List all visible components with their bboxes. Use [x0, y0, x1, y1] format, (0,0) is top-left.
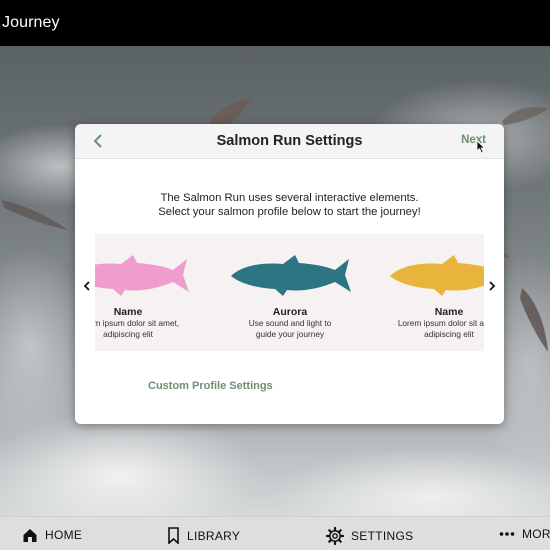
profile-name: Name: [113, 306, 143, 318]
intro-line-1: The Salmon Run uses several interactive …: [160, 192, 419, 204]
carousel-next-button[interactable]: [486, 279, 498, 293]
app-header: Journey: [0, 0, 550, 46]
intro-line-2: Select your salmon profile below to star…: [158, 206, 421, 218]
nav-label: HOME: [45, 528, 83, 542]
nav-library[interactable]: LIBRARY: [167, 527, 240, 544]
salmon-icon: [390, 255, 484, 296]
bottom-navigation: HOME LIBRARY SETTINGS MORE: [0, 516, 550, 550]
bookmark-icon: [168, 527, 179, 544]
profile-card[interactable]: Name Lorem ipsum dolor sit amet, adipisc…: [95, 234, 193, 351]
background-salmon-icon: [520, 288, 548, 352]
profile-name: Name: [434, 306, 464, 318]
salmon-icon: [95, 255, 189, 296]
nav-settings[interactable]: SETTINGS: [326, 527, 413, 545]
app-title: Journey: [2, 14, 60, 31]
settings-dialog: Salmon Run Settings Next The Salmon Run …: [75, 124, 504, 424]
intro-text: The Salmon Run uses several interactive …: [75, 191, 504, 219]
salmon-icon: [231, 255, 351, 296]
dialog-header: Salmon Run Settings Next: [75, 124, 504, 159]
nav-label: SETTINGS: [351, 529, 414, 543]
profile-description: Lorem ipsum dolor sit amet, adipiscing e…: [397, 318, 484, 339]
custom-profile-settings-link[interactable]: Custom Profile Settings: [148, 380, 273, 392]
nav-more[interactable]: MORE: [499, 527, 550, 541]
background-salmon-icon: [502, 107, 548, 125]
nav-home[interactable]: HOME: [22, 527, 82, 543]
more-icon: [499, 532, 515, 536]
profile-carousel: Name Lorem ipsum dolor sit amet, adipisc…: [95, 234, 484, 351]
profile-name: Aurora: [272, 306, 308, 318]
background-salmon-icon: [2, 200, 68, 230]
nav-label: MORE: [522, 527, 550, 541]
carousel-prev-button[interactable]: [80, 279, 92, 293]
chevron-right-icon: [488, 281, 495, 291]
profile-card[interactable]: Name Lorem ipsum dolor sit amet, adipisc…: [384, 234, 484, 351]
profile-description: Lorem ipsum dolor sit amet, adipiscing e…: [95, 318, 180, 339]
gear-icon: [326, 527, 344, 545]
home-icon: [23, 529, 37, 542]
profile-description: Use sound and light to guide your journe…: [248, 318, 332, 339]
dialog-title: Salmon Run Settings: [216, 133, 363, 149]
nav-label: LIBRARY: [187, 528, 241, 543]
chevron-left-icon: [83, 281, 90, 291]
profile-card[interactable]: Aurora Use sound and light to guide your…: [225, 234, 355, 351]
mouse-pointer-icon: [476, 140, 486, 154]
